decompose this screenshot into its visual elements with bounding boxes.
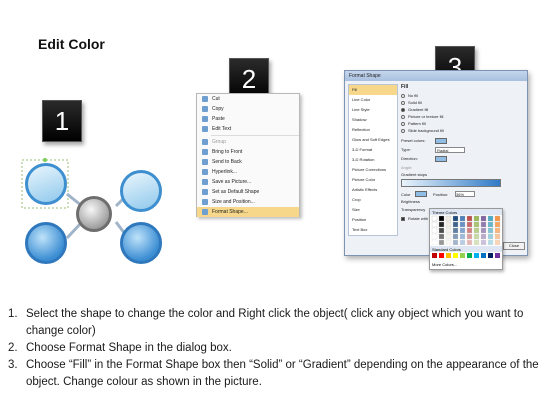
type-select[interactable]: Radial (435, 146, 465, 153)
direction-button[interactable] (435, 155, 447, 162)
group-icon (202, 139, 208, 145)
color-button[interactable] (415, 191, 427, 197)
category-item[interactable]: Line Color (349, 95, 397, 105)
copy-icon (202, 106, 208, 112)
radio-picture-fill[interactable]: Picture or texture fill (401, 113, 526, 120)
preset-colors-label: Preset colors: (401, 138, 426, 143)
direction-label: Direction: (401, 156, 418, 161)
menu-item-send-to-back[interactable]: Send to Back (197, 157, 299, 167)
radio-solid-fill[interactable]: Solid fill (401, 99, 526, 106)
menu-item-copy[interactable]: Copy (197, 104, 299, 114)
send-back-icon (202, 159, 208, 165)
center-circle-shape[interactable] (76, 196, 112, 232)
menu-item-format-shape[interactable]: Format Shape... (197, 207, 299, 217)
category-item[interactable]: Crop (349, 195, 397, 205)
page-title: Edit Color (38, 36, 105, 52)
radio-slide-bg-fill[interactable]: Slide background fill (401, 127, 526, 134)
shape-diagram[interactable] (20, 152, 168, 264)
category-item[interactable]: Reflection (349, 125, 397, 135)
size-icon (202, 199, 208, 205)
context-menu: Cut Copy Paste Edit Text Group Bring to … (196, 93, 300, 217)
circle-shape[interactable] (25, 222, 67, 264)
menu-item-hyperlink[interactable]: Hyperlink... (197, 167, 299, 177)
type-label: Type: (401, 147, 411, 152)
color-label: Color (401, 191, 411, 197)
preset-colors-button[interactable] (435, 137, 447, 144)
position-field[interactable]: 36% (455, 191, 475, 197)
edit-text-icon (202, 126, 208, 132)
format-shape-icon (202, 209, 208, 215)
menu-item-paste[interactable]: Paste (197, 114, 299, 124)
angle-label: Angle: (401, 165, 413, 170)
color-palette: Theme Colors Standard Colors More Colors… (429, 208, 503, 270)
category-item[interactable]: Glow and Soft Edges (349, 135, 397, 145)
brightness-label: Brightness (401, 199, 420, 204)
category-item[interactable]: Picture Corrections (349, 165, 397, 175)
category-item[interactable]: Text Box (349, 225, 397, 235)
category-fill[interactable]: Fill (349, 85, 397, 95)
close-button[interactable]: Close (503, 242, 525, 250)
standard-color-swatches[interactable] (430, 252, 502, 260)
radio-pattern-fill[interactable]: Pattern fill (401, 120, 526, 127)
category-item[interactable]: 3-D Format (349, 145, 397, 155)
dialog-title: Format Shape (345, 71, 527, 81)
scissors-icon (202, 96, 208, 102)
menu-item-size-position[interactable]: Size and Position... (197, 197, 299, 207)
menu-item-cut[interactable]: Cut (197, 94, 299, 104)
category-item[interactable]: 3-D Rotation (349, 155, 397, 165)
selected-circle-shape[interactable] (25, 163, 67, 205)
menu-item-set-default-shape[interactable]: Set as Default Shape (197, 187, 299, 197)
instruction-item: 3. Choose “Fill” in the Format Shape box … (8, 359, 539, 388)
instruction-item: 2. Choose Format Shape in the dialog box. (8, 342, 232, 354)
link-icon (202, 169, 208, 175)
instructions-list: 1. Select the shape to change the color a… (8, 306, 556, 391)
circle-shape[interactable] (120, 170, 162, 212)
menu-item-edit-text[interactable]: Edit Text (197, 124, 299, 134)
circle-shape[interactable] (120, 222, 162, 264)
category-item[interactable]: Size (349, 205, 397, 215)
radio-no-fill[interactable]: No fill (401, 92, 526, 99)
menu-item-group[interactable]: Group (197, 137, 299, 147)
section-heading: Fill (401, 84, 409, 90)
instruction-item: 1. Select the shape to change the color a… (8, 308, 524, 337)
position-label: Position: (433, 191, 449, 197)
radio-gradient-fill[interactable]: Gradient fill (401, 106, 526, 113)
theme-color-swatches[interactable] (430, 215, 502, 246)
more-colors-item[interactable]: More Colors... (430, 261, 502, 268)
category-item[interactable]: Picture Color (349, 175, 397, 185)
category-item[interactable]: Position (349, 215, 397, 225)
bring-front-icon (202, 149, 208, 155)
picture-icon (202, 179, 208, 185)
shape-icon (202, 189, 208, 195)
category-item[interactable]: Line Style (349, 105, 397, 115)
menu-item-bring-to-front[interactable]: Bring to Front (197, 147, 299, 157)
category-item[interactable]: Shadow (349, 115, 397, 125)
step-1-badge: 1 (42, 100, 82, 142)
category-list: Fill Line Color Line Style Shadow Reflec… (348, 84, 398, 236)
category-item[interactable]: Artistic Effects (349, 185, 397, 195)
menu-divider (211, 135, 299, 136)
menu-item-save-as-picture[interactable]: Save as Picture... (197, 177, 299, 187)
paste-icon (202, 116, 208, 122)
gradient-stops-bar[interactable] (401, 179, 501, 187)
gradient-stops-label: Gradient stops (401, 172, 428, 177)
